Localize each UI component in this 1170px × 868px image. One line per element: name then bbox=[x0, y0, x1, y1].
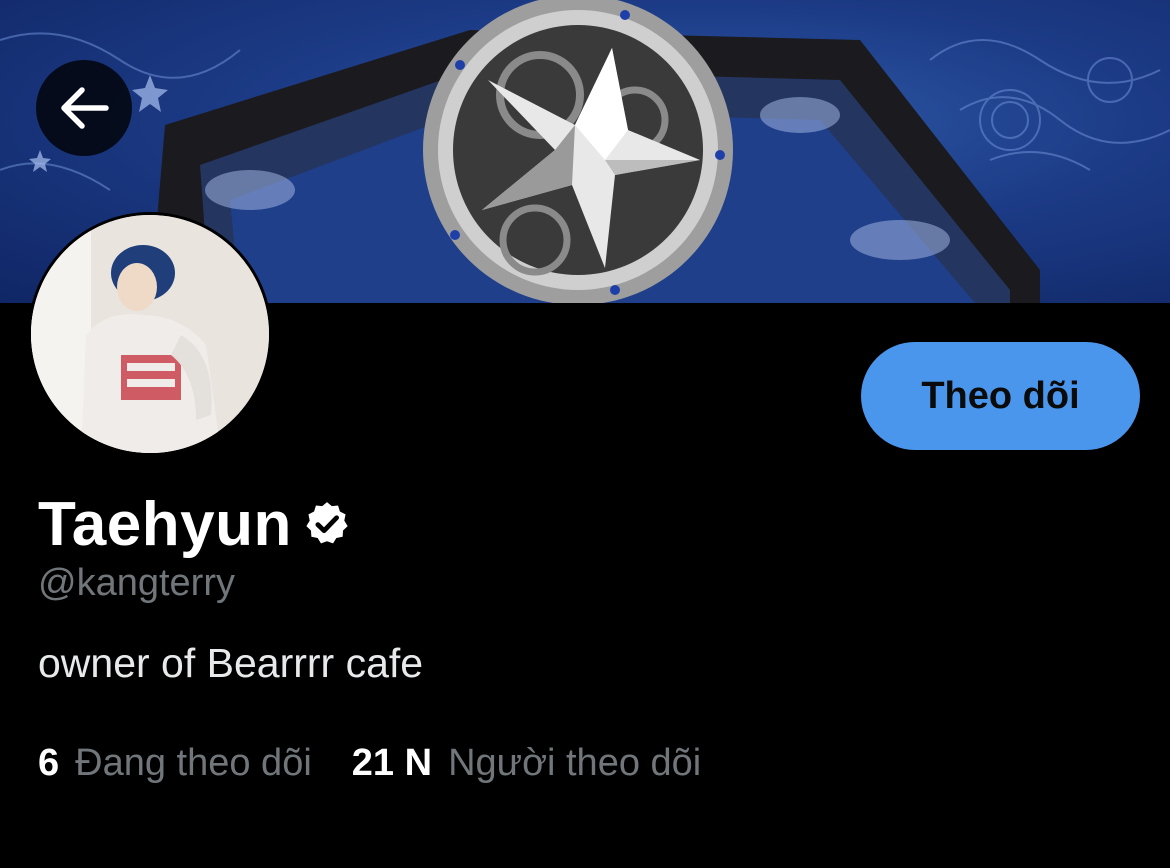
avatar-photo bbox=[31, 215, 269, 453]
arrow-left-icon bbox=[61, 87, 109, 129]
following-label: Đang theo dõi bbox=[75, 742, 312, 784]
followers-label: Người theo dõi bbox=[448, 742, 702, 784]
following-count: 6 bbox=[38, 742, 60, 784]
following-link[interactable]: 6 Đang theo dõi bbox=[38, 742, 312, 785]
profile-stats: 6 Đang theo dõi 21 N Người theo dõi bbox=[38, 742, 701, 785]
display-name-row: Taehyun bbox=[38, 486, 352, 562]
follow-button[interactable]: Theo dõi bbox=[861, 342, 1140, 450]
avatar[interactable] bbox=[28, 212, 272, 456]
bio: owner of Bearrrr cafe bbox=[38, 640, 424, 686]
verified-badge-icon[interactable] bbox=[302, 499, 352, 549]
display-name: Taehyun bbox=[38, 489, 292, 559]
username: @kangterry bbox=[38, 562, 235, 604]
followers-link[interactable]: 21 N Người theo dõi bbox=[352, 742, 701, 785]
back-button[interactable] bbox=[36, 60, 132, 156]
followers-count: 21 N bbox=[351, 742, 433, 784]
profile-page: Theo dõi Taehyun @kangterry owner of Bea… bbox=[0, 0, 1170, 868]
